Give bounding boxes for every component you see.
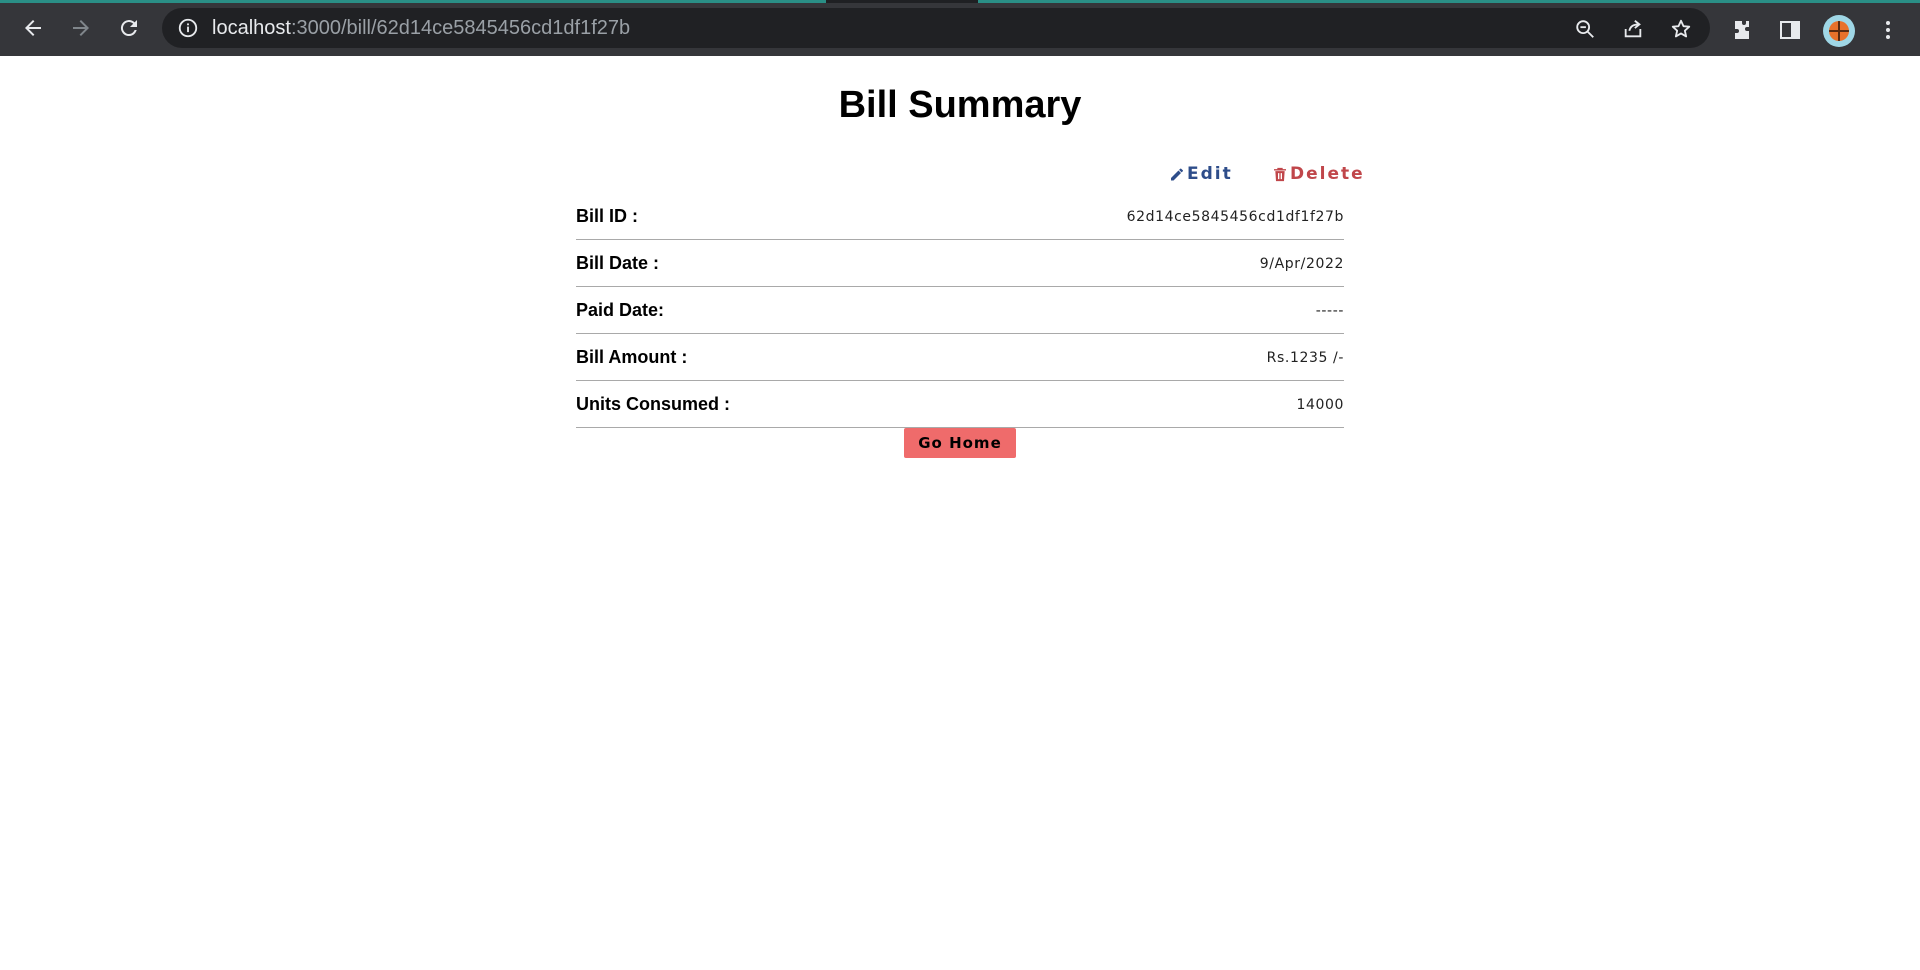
reload-button[interactable] [112, 11, 146, 45]
go-home-button[interactable]: Go Home [904, 428, 1016, 458]
detail-row-bill-date: Bill Date : 9/Apr/2022 [576, 241, 1344, 287]
delete-button[interactable]: Delete [1272, 164, 1365, 184]
browser-toolbar: localhost:3000/bill/62d14ce5845456cd1df1… [0, 0, 1920, 56]
forward-arrow-icon [73, 20, 89, 36]
kebab-menu-icon[interactable] [1874, 16, 1902, 44]
reload-icon [120, 20, 137, 37]
forward-button[interactable] [64, 11, 98, 45]
address-bar[interactable]: localhost:3000/bill/62d14ce5845456cd1df1… [162, 8, 1710, 48]
puzzle-icon[interactable] [1728, 16, 1756, 44]
detail-row-bill-id: Bill ID : 62d14ce5845456cd1df1f27b [576, 194, 1344, 240]
basketball-icon [1829, 21, 1849, 41]
page-content: Bill Summary Edit Delete Bill ID : 62d14… [0, 56, 1920, 970]
profile-avatar[interactable] [1823, 15, 1855, 47]
zoom-out-icon[interactable] [1572, 16, 1598, 42]
detail-value: Rs.1235 /- [1266, 350, 1344, 366]
detail-value: 9/Apr/2022 [1259, 256, 1344, 272]
edit-button[interactable]: Edit [1169, 164, 1233, 184]
detail-label: Paid Date: [576, 300, 665, 320]
info-icon[interactable] [176, 16, 200, 40]
bill-details: Bill ID : 62d14ce5845456cd1df1f27b Bill … [576, 194, 1344, 429]
url-host: localhost [212, 17, 291, 39]
side-panel-icon[interactable] [1776, 16, 1804, 44]
detail-row-bill-amount: Bill Amount : Rs.1235 /- [576, 335, 1344, 381]
star-icon[interactable] [1668, 16, 1694, 42]
detail-value: ----- [1315, 303, 1344, 319]
detail-label: Units Consumed : [576, 394, 731, 414]
detail-label: Bill Amount : [576, 347, 688, 367]
edit-label: Edit [1187, 164, 1233, 184]
page-title: Bill Summary [838, 84, 1082, 126]
detail-value: 62d14ce5845456cd1df1f27b [1126, 209, 1344, 225]
delete-label: Delete [1290, 164, 1365, 184]
share-icon[interactable] [1620, 16, 1646, 42]
back-button[interactable] [16, 11, 50, 45]
url-path: :3000/bill/62d14ce5845456cd1df1f27b [290, 17, 631, 39]
detail-value: 14000 [1296, 397, 1344, 413]
detail-label: Bill Date : [576, 253, 660, 273]
url-text[interactable]: localhost:3000/bill/62d14ce5845456cd1df1… [212, 17, 630, 40]
detail-row-paid-date: Paid Date: ----- [576, 288, 1344, 334]
detail-row-units-consumed: Units Consumed : 14000 [576, 382, 1344, 428]
active-tab-indicator [826, 0, 978, 3]
detail-label: Bill ID : [576, 206, 638, 226]
trash-icon [1274, 167, 1286, 181]
pencil-icon [1171, 168, 1183, 180]
back-arrow-icon [25, 20, 41, 36]
